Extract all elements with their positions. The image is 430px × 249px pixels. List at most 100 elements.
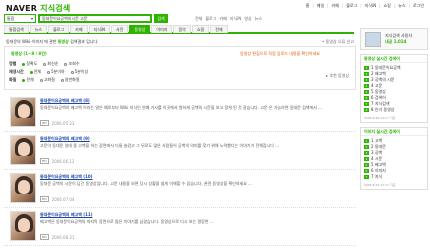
trending-text: 8 인기 동영상 bbox=[371, 107, 395, 112]
filter-option[interactable]: 전체 bbox=[29, 69, 41, 75]
thumbnail-face bbox=[18, 218, 30, 232]
trending-item[interactable]: 88 인기 동영상 bbox=[364, 107, 424, 113]
search-tabs: 통합검색 뉴스 블로그 카페 지식iN 사전 동영상 이미지 음악 쇼핑 전체 bbox=[4, 25, 354, 34]
top-link-shopping[interactable]: 쇼핑 bbox=[383, 3, 390, 9]
tab-cafe[interactable]: 카페 bbox=[70, 25, 88, 33]
separator: | bbox=[360, 3, 362, 8]
naver-logo[interactable]: NAVER 지식검색 bbox=[6, 3, 70, 14]
tab-video[interactable]: 동영상 bbox=[129, 25, 151, 33]
rank-badge: 2 bbox=[364, 72, 369, 76]
tab-integrated[interactable]: 통합검색 bbox=[4, 25, 29, 33]
list-item: 동대문이요공백의 베고백 (9) 고문이 동대문 일대 중 고백을 하는 장면에… bbox=[4, 132, 356, 170]
tab-news[interactable]: 뉴스 bbox=[29, 25, 48, 33]
tab-blog[interactable]: 블로그 bbox=[48, 25, 70, 33]
top-link-login[interactable]: 로그인 bbox=[413, 3, 424, 9]
result-date: 2006.08.21 bbox=[51, 234, 75, 240]
radio-icon bbox=[29, 70, 33, 74]
radio-icon bbox=[70, 70, 74, 74]
tab-all[interactable]: 전체 bbox=[210, 25, 228, 33]
separator: | bbox=[341, 3, 344, 8]
user-line-2: 내공 1,024 bbox=[385, 39, 407, 44]
filter-option[interactable]: 전체 bbox=[22, 77, 34, 83]
search-input[interactable]: 동대문이요공백의시문 고문 bbox=[38, 14, 152, 23]
rank-badge: 7 bbox=[364, 175, 369, 179]
breadcrumb-prefix: 동대문의 Wiki-이미지 에 관한 bbox=[6, 39, 57, 44]
trending-item[interactable]: 77 지식 bbox=[364, 174, 424, 180]
mini-link-kin[interactable]: 지식iN bbox=[230, 16, 241, 22]
filter-option[interactable]: 5분이하 bbox=[47, 69, 65, 75]
separator: | bbox=[312, 3, 314, 8]
result-meta: HD 2006.08.21 bbox=[40, 234, 74, 240]
search-bar: 통합 ▾ 동대문이요공백의시문 고문 검색 bbox=[4, 14, 168, 23]
result-title[interactable]: 동대문이요공백의 베고백 (11) bbox=[40, 212, 93, 218]
filter-option[interactable]: 정확도 bbox=[22, 61, 37, 67]
mini-link-blog[interactable]: 블로그 bbox=[205, 16, 216, 22]
option-label: 일반화질 bbox=[64, 77, 80, 82]
mini-link-all[interactable]: 전체 bbox=[195, 16, 202, 22]
list-item: 동대문이요공백의 베고백 (10) 동대문 공백의 시문이 담긴 동영상입니다.… bbox=[4, 170, 356, 208]
option-label: 고화질 bbox=[43, 77, 55, 82]
filter-option[interactable]: 고화질 bbox=[39, 77, 55, 83]
quality-badge: HD bbox=[40, 158, 49, 164]
separator: | bbox=[327, 3, 329, 8]
filter-label: 정렬 bbox=[9, 61, 17, 66]
avatar[interactable] bbox=[365, 32, 381, 47]
list-item: 동대문이요공백의 베고백 (8) 동대문이요공백의 베고백 이라는 말은 예로부… bbox=[4, 94, 356, 132]
result-title[interactable]: 동대문이요공백의 베고백 (8) bbox=[40, 98, 90, 104]
video-thumbnail[interactable] bbox=[10, 173, 36, 203]
trending-image-box: 이미지 실시간 검색어 11 고백 22 동대문 33 공백 44 시문 55 … bbox=[360, 127, 428, 190]
results-list: 동대문이요공백의 베고백 (8) 동대문이요공백의 베고백 이라는 말은 예로부… bbox=[4, 94, 356, 246]
video-thumbnail[interactable] bbox=[10, 211, 36, 241]
option-label: 5분이상 bbox=[74, 69, 89, 74]
top-link-cafe[interactable]: 카페 bbox=[332, 3, 339, 9]
box-title: 이미지 실시간 검색어 bbox=[361, 128, 427, 136]
top-link-mail[interactable]: 메일 bbox=[317, 3, 324, 9]
rank-badge: 4 bbox=[364, 157, 369, 161]
recommended-videos-link[interactable]: ▸ 추천 동영상 bbox=[326, 73, 349, 79]
search-scope-select[interactable]: 통합 ▾ bbox=[4, 14, 36, 23]
mini-link-cafe[interactable]: 카페 bbox=[219, 16, 226, 22]
video-thumbnail[interactable] bbox=[10, 97, 36, 127]
user-box: 지식검색 사용자 내공 1,024 bbox=[360, 28, 428, 50]
top-link-blog[interactable]: 블로그 bbox=[346, 3, 357, 9]
result-snippet: 동대문이요공백의 베고백 이라는 말은 예로부터 Wiki 지식인 연예 기사를… bbox=[40, 105, 322, 110]
top-link-news[interactable]: 뉴스 bbox=[398, 3, 405, 9]
option-label: 정확도 bbox=[26, 61, 38, 66]
quality-badge: HD bbox=[40, 196, 49, 202]
rank-badge: 6 bbox=[364, 96, 369, 100]
filter-note: 동영상 편집으로 직접 업로드 내용을 확인하세요 bbox=[240, 51, 320, 56]
result-snippet: 고문이 동대문 일대 중 고백을 하는 장면에서 다들 놀랐고 그 뒤로도 많은… bbox=[40, 143, 280, 148]
breadcrumb: 동대문의 Wiki-이미지 에 관한 동영상 검색결과 입니다. bbox=[6, 39, 98, 45]
result-snippet: 베고백은 동대문이요공백의 마지막 장면으로 많은 이야기를 남겼습니다. 동영… bbox=[40, 219, 214, 224]
box-title: 동영상 실시간 검색어 bbox=[361, 55, 427, 63]
filter-option[interactable]: 최신순 bbox=[43, 61, 58, 67]
chevron-down-icon: ▾ bbox=[30, 16, 33, 21]
mini-link-news[interactable]: 뉴스 bbox=[255, 16, 262, 22]
tab-shopping[interactable]: 쇼핑 bbox=[191, 25, 210, 33]
filter-row-duration: 재생시간 전체 5분이하 5분이상 bbox=[9, 69, 88, 75]
search-query-text: 동대문이요공백의시문 고문 bbox=[42, 15, 88, 21]
filter-option[interactable]: 5분이상 bbox=[70, 69, 89, 75]
option-label: 전체 bbox=[26, 77, 34, 82]
result-title[interactable]: 동대문이요공백의 베고백 (9) bbox=[40, 136, 90, 142]
breadcrumb-emphasis: 동영상 bbox=[57, 39, 69, 44]
tab-kin[interactable]: 지식iN bbox=[88, 25, 110, 33]
tab-dictionary[interactable]: 사전 bbox=[111, 25, 129, 33]
tab-music[interactable]: 음악 bbox=[173, 25, 191, 33]
result-title[interactable]: 동대문이요공백의 베고백 (10) bbox=[40, 174, 93, 180]
filter-option[interactable]: 조회수 bbox=[64, 61, 80, 67]
top-link-home[interactable]: 홈 bbox=[306, 3, 310, 9]
timestamp: 2006.8.29 21:17 기준 bbox=[364, 116, 396, 120]
rank-badge: 3 bbox=[364, 151, 369, 155]
mini-link-video[interactable]: 영상 bbox=[244, 16, 251, 22]
tab-image[interactable]: 이미지 bbox=[151, 25, 173, 33]
separator: | bbox=[408, 3, 410, 8]
option-label: 조회수 bbox=[68, 61, 80, 66]
video-thumbnail[interactable] bbox=[10, 135, 36, 165]
filter-label: 재생시간 bbox=[9, 69, 24, 74]
filter-option[interactable]: 일반화질 bbox=[60, 77, 80, 83]
report-link[interactable]: • 동영상 오류 신고 bbox=[322, 39, 354, 45]
radio-icon bbox=[43, 62, 47, 66]
search-button[interactable]: 검색 bbox=[154, 14, 168, 23]
top-link-kin[interactable]: 지식iN bbox=[365, 3, 376, 9]
